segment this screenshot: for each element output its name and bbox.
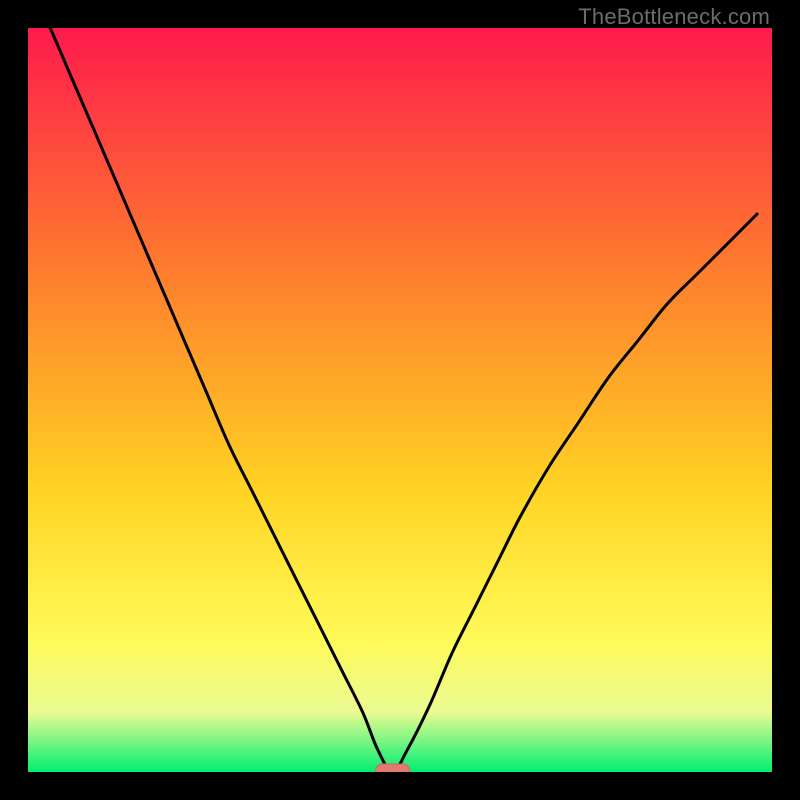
gradient-background [28, 28, 772, 772]
bottleneck-chart [28, 28, 772, 772]
watermark-text: TheBottleneck.com [578, 4, 770, 30]
min-marker [376, 764, 410, 772]
chart-frame [28, 28, 772, 772]
